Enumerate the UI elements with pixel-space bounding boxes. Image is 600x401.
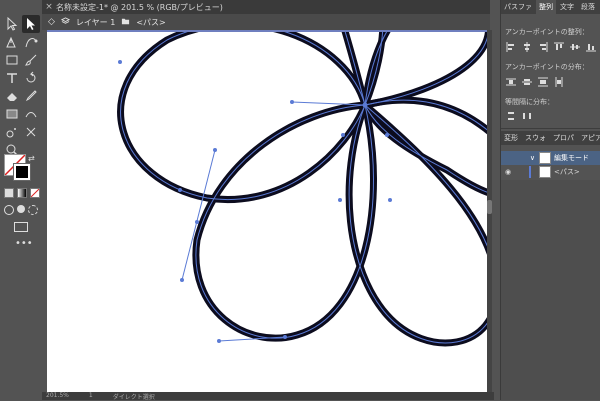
align-top-icon[interactable]: [553, 41, 565, 53]
pen-icon[interactable]: [3, 33, 21, 51]
color-mode-icons[interactable]: [4, 188, 40, 198]
selection-icon[interactable]: [3, 15, 21, 33]
breadcrumb-layer[interactable]: レイヤー 1: [76, 17, 115, 28]
type-icon[interactable]: [3, 69, 21, 87]
layer-thumbnail: [539, 152, 551, 164]
distribute-top-icon[interactable]: [505, 76, 517, 88]
width-icon[interactable]: [22, 105, 40, 123]
curvature-icon[interactable]: [22, 33, 40, 51]
status-bar: 201.5% 1 ダイレクト選択: [42, 392, 494, 401]
layer-row-edit-mode[interactable]: ∨ 編集モード: [501, 151, 600, 165]
artboard-number[interactable]: 1: [89, 392, 93, 400]
tab-character[interactable]: 文字: [557, 0, 577, 14]
tab-pathfinder[interactable]: パスファ: [501, 0, 535, 14]
layers-empty-area: [501, 180, 600, 400]
flower-artwork[interactable]: [47, 30, 490, 392]
align-left-icon[interactable]: [505, 41, 517, 53]
panel-tabs: パスファ 整列 文字 段落: [501, 0, 600, 14]
close-tab-icon[interactable]: ×: [42, 2, 56, 12]
stroke-swatch[interactable]: [13, 163, 31, 181]
align-anchor-buttons: [505, 41, 597, 53]
paintbrush-icon[interactable]: [22, 51, 40, 69]
canvas-area[interactable]: [42, 30, 490, 400]
rotate-icon[interactable]: [22, 69, 40, 87]
distribute-vcenter-icon[interactable]: [521, 76, 533, 88]
align-vcenter-icon[interactable]: [569, 41, 581, 53]
isolation-breadcrumb: ◇ レイヤー 1 <パス>: [42, 14, 490, 30]
path-thumbnail: [539, 166, 551, 178]
layer-row-path[interactable]: ◉ <パス>: [501, 165, 600, 179]
tab-align[interactable]: 整列: [536, 0, 556, 14]
tab-properties[interactable]: プロパ: [550, 131, 577, 145]
tab-transform[interactable]: 変形: [501, 131, 521, 145]
eraser-icon[interactable]: [3, 87, 21, 105]
scrollbar-thumb[interactable]: [487, 200, 492, 214]
shape-builder-icon[interactable]: [22, 123, 40, 141]
layer-color-bar: [529, 166, 531, 178]
tab-swatches[interactable]: スウォ: [522, 131, 549, 145]
artboard-top-edge: [47, 30, 490, 32]
breadcrumb-path[interactable]: <パス>: [136, 17, 165, 28]
path-label: <パス>: [554, 168, 580, 176]
rectangle-icon[interactable]: [3, 51, 21, 69]
distribute-bottom-icon[interactable]: [537, 76, 549, 88]
tab-appearance[interactable]: アピア: [578, 131, 600, 145]
distribute-left-icon[interactable]: [553, 76, 565, 88]
align-panel: パスファ 整列 文字 段落 アンカーポイントの整列： アンカーポイントの分布： …: [500, 0, 600, 400]
visibility-eye-icon[interactable]: ◉: [501, 168, 515, 176]
zoom-level[interactable]: 201.5%: [46, 392, 69, 400]
direct-selection-icon[interactable]: [22, 15, 40, 33]
space-horizontal-icon[interactable]: [521, 110, 533, 122]
panel-divider: [501, 128, 600, 129]
equal-spacing-title: 等間隔に分布：: [505, 98, 554, 106]
layers-icon: [60, 16, 71, 28]
align-right-icon[interactable]: [537, 41, 549, 53]
eyedropper-icon[interactable]: [22, 87, 40, 105]
align-hcenter-icon[interactable]: [521, 41, 533, 53]
tab-paragraph[interactable]: 段落: [578, 0, 598, 14]
space-vertical-icon[interactable]: [505, 110, 517, 122]
expand-icon[interactable]: ∨: [501, 154, 539, 162]
vertical-scrollbar[interactable]: [487, 30, 492, 392]
layer-label: 編集モード: [554, 154, 589, 162]
distribute-anchor-buttons: [505, 76, 565, 88]
align-anchor-title: アンカーポイントの整列：: [505, 28, 589, 36]
artboard[interactable]: [47, 30, 490, 392]
status-tool-hint: ダイレクト選択: [112, 394, 155, 401]
more-tools-icon[interactable]: •••: [15, 238, 33, 249]
symbol-sprayer-icon[interactable]: [3, 123, 21, 141]
gradient-icon[interactable]: [3, 105, 21, 123]
screen-mode-icon[interactable]: [14, 222, 28, 232]
folder-icon: [121, 17, 130, 28]
equal-spacing-buttons: [505, 110, 533, 122]
distribute-anchor-title: アンカーポイントの分布：: [505, 63, 589, 71]
swap-fill-stroke-icon[interactable]: ⇄: [28, 154, 35, 163]
draw-mode-icons[interactable]: [4, 205, 38, 215]
align-bottom-icon[interactable]: [585, 41, 597, 53]
layers-panel-tabs: 変形 スウォ プロパ アピア: [501, 131, 600, 145]
document-tab[interactable]: × 名称未設定-1* @ 201.5 % (RGB/プレビュー): [42, 0, 490, 14]
back-arrow-icon[interactable]: ◇: [48, 17, 55, 27]
tools-panel: ⇄ •••: [0, 0, 43, 400]
document-title: 名称未設定-1* @ 201.5 % (RGB/プレビュー): [56, 2, 223, 12]
